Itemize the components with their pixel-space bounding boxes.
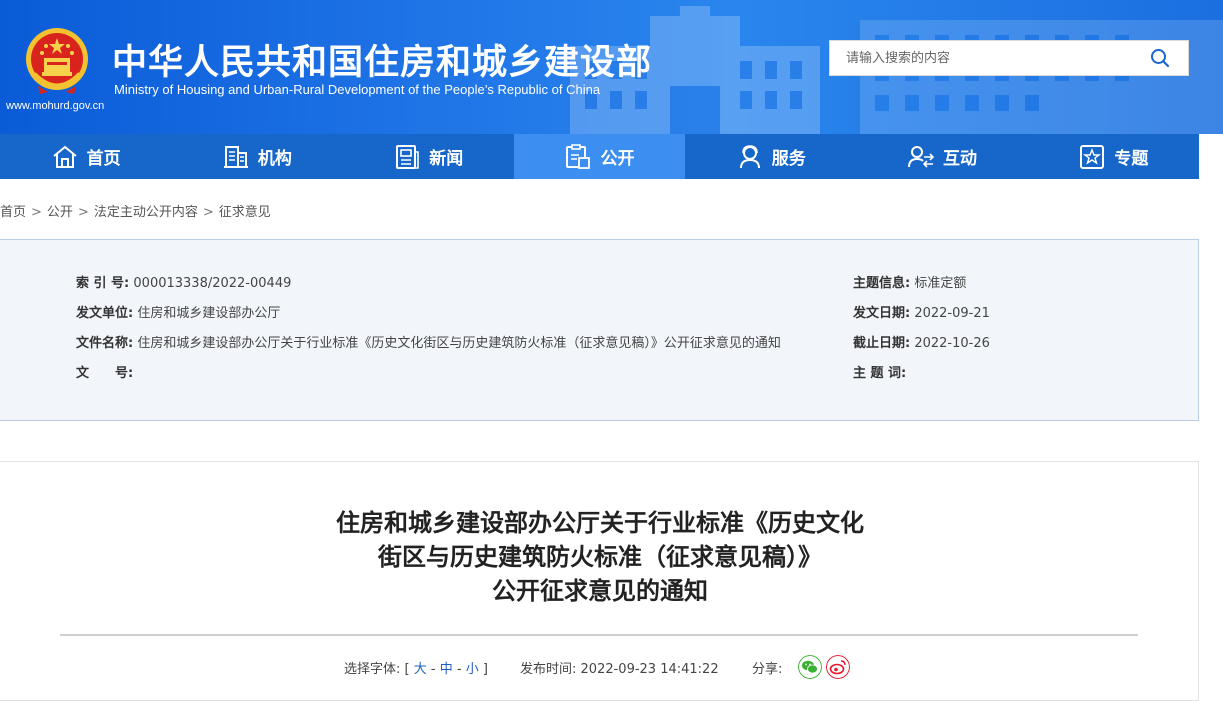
publish-label: 发布时间:	[520, 662, 577, 677]
article-title-line: 住房和城乡建设部办公厅关于行业标准《历史文化	[336, 509, 864, 537]
info-date: 发文日期: 2022-09-21	[853, 302, 990, 321]
info-issuer: 发文单位: 住房和城乡建设部办公厅	[76, 302, 280, 321]
site-url[interactable]: www.mohurd.gov.cn	[6, 100, 104, 112]
main-nav: 首页 机构 新闻 公开 服务 互动 专题	[0, 134, 1199, 179]
site-title[interactable]: 中华人民共和国住房和城乡建设部	[112, 34, 652, 85]
search-icon[interactable]	[1150, 48, 1170, 68]
news-icon	[396, 144, 420, 169]
nav-item-topic[interactable]: 专题	[1028, 134, 1199, 179]
nav-spacer	[1199, 134, 1223, 179]
nav-label-organization: 机构	[257, 149, 292, 169]
breadcrumb-separator: >	[31, 205, 42, 220]
weibo-share-icon[interactable]	[826, 655, 850, 679]
breadcrumb-separator: >	[202, 205, 214, 220]
info-topic: 主题信息: 标准定额	[853, 272, 966, 291]
nav-label-service: 服务	[771, 149, 806, 169]
info-issuer-value: 住房和城乡建设部办公厅	[137, 306, 281, 321]
font-large-button[interactable]: 大	[414, 662, 427, 677]
info-topic-value: 标准定额	[914, 276, 967, 291]
nav-label-disclosure: 公开	[600, 149, 635, 169]
info-deadline-label: 截止日期:	[853, 336, 911, 351]
info-deadline-value: 2022-10-26	[914, 336, 990, 351]
info-date-label: 发文日期:	[853, 306, 911, 321]
wechat-share-icon[interactable]	[798, 655, 822, 679]
info-index-value: 000013338/2022-00449	[133, 276, 292, 291]
breadcrumb: 首页 > 公开 > 法定主动公开内容 > 征求意见	[0, 201, 271, 220]
font-select-label: 选择字体:	[344, 662, 401, 677]
header-banner: www.mohurd.gov.cn 中华人民共和国住房和城乡建设部 Minist…	[0, 0, 1223, 134]
dash: -	[456, 662, 462, 677]
nav-item-home[interactable]: 首页	[0, 134, 171, 179]
nav-item-organization[interactable]: 机构	[171, 134, 342, 179]
site-subtitle: Ministry of Housing and Urban-Rural Deve…	[114, 82, 601, 97]
nav-item-disclosure[interactable]: 公开	[513, 134, 686, 179]
disclosure-icon	[566, 143, 591, 169]
document-info-panel	[0, 239, 1199, 421]
info-filename-label: 文件名称:	[76, 336, 134, 351]
article-title: 住房和城乡建设部办公厅关于行业标准《历史文化 街区与历史建筑防火标准（征求意见稿…	[300, 506, 900, 608]
font-medium-button[interactable]: 中	[440, 662, 453, 677]
divider	[60, 634, 1138, 636]
nav-item-interaction[interactable]: 互动	[856, 134, 1027, 179]
info-issuer-label: 发文单位:	[76, 306, 134, 321]
bracket: ]	[482, 662, 488, 677]
topic-icon	[1080, 144, 1105, 169]
info-deadline: 截止日期: 2022-10-26	[853, 332, 990, 351]
nav-item-service[interactable]: 服务	[685, 134, 856, 179]
nav-label-topic: 专题	[1114, 149, 1149, 169]
service-icon	[739, 144, 760, 168]
info-index-label: 索 引 号:	[76, 276, 130, 291]
info-keywords: 主 题 词:	[853, 362, 906, 381]
font-small-button[interactable]: 小	[466, 662, 479, 677]
info-index: 索 引 号: 000013338/2022-00449	[76, 272, 291, 291]
info-date-value: 2022-09-21	[914, 306, 990, 321]
breadcrumb-disclosure[interactable]: 公开	[47, 205, 73, 220]
home-icon	[53, 145, 77, 168]
publish-time-value: 2022-09-23 14:41:22	[580, 662, 719, 677]
nav-item-news[interactable]: 新闻	[343, 134, 514, 179]
interaction-icon	[908, 145, 935, 168]
info-docno-label: 文 号:	[76, 366, 134, 381]
article-title-line: 街区与历史建筑防火标准（征求意见稿）》	[378, 543, 822, 571]
nav-label-home: 首页	[86, 149, 121, 169]
info-filename-value: 住房和城乡建设部办公厅关于行业标准《历史文化街区与历史建筑防火标准（征求意见稿）…	[137, 336, 781, 351]
breadcrumb-separator: >	[77, 205, 89, 220]
building-icon	[223, 145, 248, 168]
dash: -	[430, 662, 436, 677]
search-box	[829, 40, 1189, 76]
article-title-line: 公开征求意见的通知	[492, 577, 708, 605]
publish-time: 发布时间: 2022-09-23 14:41:22	[520, 658, 719, 677]
info-docno: 文 号:	[76, 362, 133, 381]
breadcrumb-home[interactable]: 首页	[0, 205, 26, 220]
share-label: 分享:	[752, 662, 783, 677]
search-input[interactable]	[830, 41, 1140, 75]
nav-label-news: 新闻	[429, 149, 464, 169]
font-size-selector: 选择字体: [ 大 - 中 - 小 ]	[344, 658, 488, 677]
info-filename: 文件名称: 住房和城乡建设部办公厅关于行业标准《历史文化街区与历史建筑防火标准（…	[76, 332, 781, 351]
bracket: [	[404, 662, 410, 677]
breadcrumb-statutory-content[interactable]: 法定主动公开内容	[94, 205, 198, 220]
info-topic-label: 主题信息:	[853, 276, 911, 291]
info-keywords-label: 主 题 词:	[853, 366, 907, 381]
breadcrumb-solicit-opinions[interactable]: 征求意见	[219, 205, 271, 220]
nav-label-interaction: 互动	[943, 149, 978, 169]
national-emblem-icon	[26, 28, 88, 94]
